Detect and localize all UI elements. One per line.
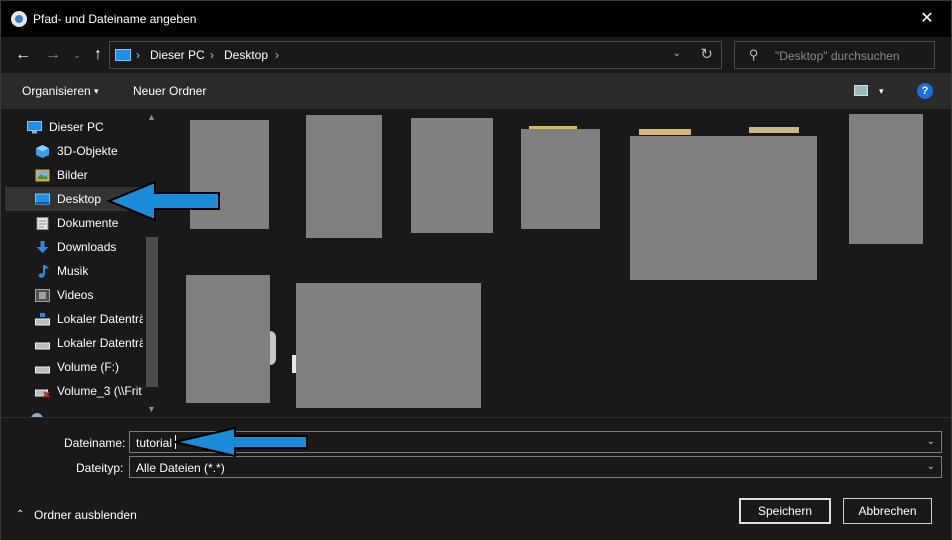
- close-button[interactable]: ✕: [917, 9, 937, 29]
- file-tile-redacted[interactable]: [296, 283, 481, 408]
- cube-icon: [36, 145, 49, 158]
- organize-button[interactable]: Organisieren: [22, 84, 91, 98]
- network-drive-disconnected-icon: [35, 389, 50, 398]
- file-tile-redacted[interactable]: [306, 115, 382, 238]
- file-icon-fragment: [270, 331, 276, 365]
- sidebar-item-label: Volume_3 (\\Frit: [57, 384, 142, 398]
- sidebar-item-label: 3D-Objekte: [57, 144, 118, 158]
- app-icon: [11, 11, 27, 27]
- save-button[interactable]: Speichern: [739, 498, 831, 524]
- refresh-icon[interactable]: ↻: [700, 45, 713, 63]
- drive-icon: [35, 342, 50, 350]
- search-placeholder: "Desktop" durchsuchen: [775, 49, 900, 63]
- organize-chevron-icon[interactable]: ▾: [94, 86, 99, 97]
- title-bar: Pfad- und Dateiname angeben ✕: [1, 1, 951, 37]
- save-options-panel: Dateiname: tutorial ⌄ Dateityp: Alle Dat…: [1, 417, 951, 540]
- breadcrumb-desktop[interactable]: Desktop: [224, 48, 268, 62]
- new-folder-button[interactable]: Neuer Ordner: [133, 84, 206, 98]
- hide-folders-button[interactable]: Ordner ausblenden: [34, 508, 137, 522]
- sidebar-item-local-disk-2[interactable]: Lokaler Datenträ: [5, 331, 146, 355]
- file-tile-redacted[interactable]: [849, 114, 923, 244]
- sidebar-item-label: Desktop: [57, 192, 102, 206]
- sidebar-scrollbar[interactable]: ▲ ▼: [143, 109, 161, 417]
- filetype-value: Alle Dateien (*.*): [136, 461, 225, 475]
- annotation-arrow-icon: [174, 426, 308, 458]
- search-icon: ⚲: [749, 47, 759, 62]
- forward-button[interactable]: →: [43, 45, 63, 65]
- sidebar-item-music[interactable]: Musik: [5, 259, 143, 283]
- file-tile-redacted[interactable]: [411, 118, 493, 233]
- help-icon[interactable]: ?: [917, 83, 933, 99]
- filename-label: Dateiname:: [64, 436, 126, 450]
- sidebar-item-this-pc[interactable]: Dieser PC: [5, 115, 143, 139]
- computer-icon: [115, 49, 131, 61]
- sidebar-item-volume-f[interactable]: Volume (F:): [5, 355, 143, 379]
- drive-icon: [35, 366, 50, 374]
- scrollbar-thumb[interactable]: [146, 237, 158, 387]
- navigation-pane: Dieser PC 3D-Objekte Bilder Desktop Doku…: [1, 109, 161, 417]
- filetype-select[interactable]: Alle Dateien (*.*) ⌄: [129, 456, 942, 478]
- drive-icon: [35, 313, 50, 326]
- filetype-label: Dateityp:: [76, 461, 124, 475]
- navigation-bar: ← → ⌄ ↑ › Dieser PC › Desktop › ⌄ ↻ ⚲ "D…: [1, 37, 951, 73]
- sidebar-item-local-disk-1[interactable]: Lokaler Datenträ: [5, 307, 146, 331]
- sidebar-item-videos[interactable]: Videos: [5, 283, 143, 307]
- folder-icon: [639, 129, 691, 135]
- download-icon: [36, 241, 49, 253]
- sidebar-item-label: Dieser PC: [49, 120, 104, 134]
- file-icon-fragment: [292, 355, 296, 373]
- up-button[interactable]: ↑: [88, 45, 108, 65]
- filename-history-chevron-icon[interactable]: ⌄: [927, 436, 935, 447]
- sidebar-item-downloads[interactable]: Downloads: [5, 235, 143, 259]
- command-toolbar: Organisieren ▾ Neuer Ordner ▾ ?: [1, 73, 951, 109]
- sidebar-item-volume-3[interactable]: Volume_3 (\\Frit: [5, 379, 143, 403]
- sidebar-item-label: Lokaler Datenträ: [57, 336, 146, 350]
- address-bar[interactable]: › Dieser PC › Desktop › ⌄ ↻: [109, 41, 722, 69]
- computer-icon: [27, 121, 42, 134]
- filename-value: tutorial: [136, 436, 173, 450]
- sidebar-item-label: Lokaler Datenträ: [57, 312, 146, 326]
- window-title: Pfad- und Dateiname angeben: [33, 12, 197, 26]
- breadcrumb-this-pc[interactable]: Dieser PC: [150, 48, 205, 62]
- scroll-up-icon[interactable]: ▲: [147, 112, 156, 122]
- sidebar-item-3d-objects[interactable]: 3D-Objekte: [5, 139, 143, 163]
- file-list: [163, 109, 951, 417]
- music-icon: [38, 265, 49, 278]
- back-button[interactable]: ←: [13, 45, 33, 65]
- sidebar-item-label: Bilder: [57, 168, 88, 182]
- folder-icon: [749, 127, 799, 133]
- desktop-icon: [35, 193, 50, 205]
- file-tile-redacted[interactable]: [521, 129, 600, 229]
- view-options-icon[interactable]: [854, 85, 868, 96]
- sidebar-item-label: Videos: [57, 288, 94, 302]
- videos-icon: [35, 289, 50, 302]
- documents-icon: [36, 217, 49, 230]
- breadcrumb-separator[interactable]: ›: [136, 48, 140, 62]
- sidebar-item-label: Musik: [57, 264, 89, 278]
- filetype-chevron-icon[interactable]: ⌄: [927, 461, 935, 472]
- annotation-arrow-icon: [107, 180, 220, 222]
- file-tile-redacted[interactable]: [630, 136, 817, 280]
- breadcrumb-separator[interactable]: ›: [210, 48, 214, 62]
- search-input[interactable]: ⚲ "Desktop" durchsuchen: [734, 41, 935, 69]
- scroll-down-icon[interactable]: ▼: [147, 404, 156, 414]
- recent-locations-chevron-icon[interactable]: ⌄: [67, 45, 87, 65]
- pictures-icon: [35, 169, 50, 182]
- file-tile-redacted[interactable]: [186, 275, 270, 403]
- sidebar-item-label: Volume (F:): [57, 360, 120, 374]
- view-options-chevron-icon[interactable]: ▾: [879, 86, 884, 97]
- save-file-dialog: Pfad- und Dateiname angeben ✕ ← → ⌄ ↑ › …: [0, 0, 952, 540]
- hide-folders-chevron-icon[interactable]: ⌃: [16, 509, 24, 520]
- sidebar-item-label: Downloads: [57, 240, 117, 254]
- address-history-chevron-icon[interactable]: ⌄: [673, 48, 681, 59]
- cancel-button[interactable]: Abbrechen: [843, 498, 932, 524]
- breadcrumb-separator[interactable]: ›: [275, 48, 279, 62]
